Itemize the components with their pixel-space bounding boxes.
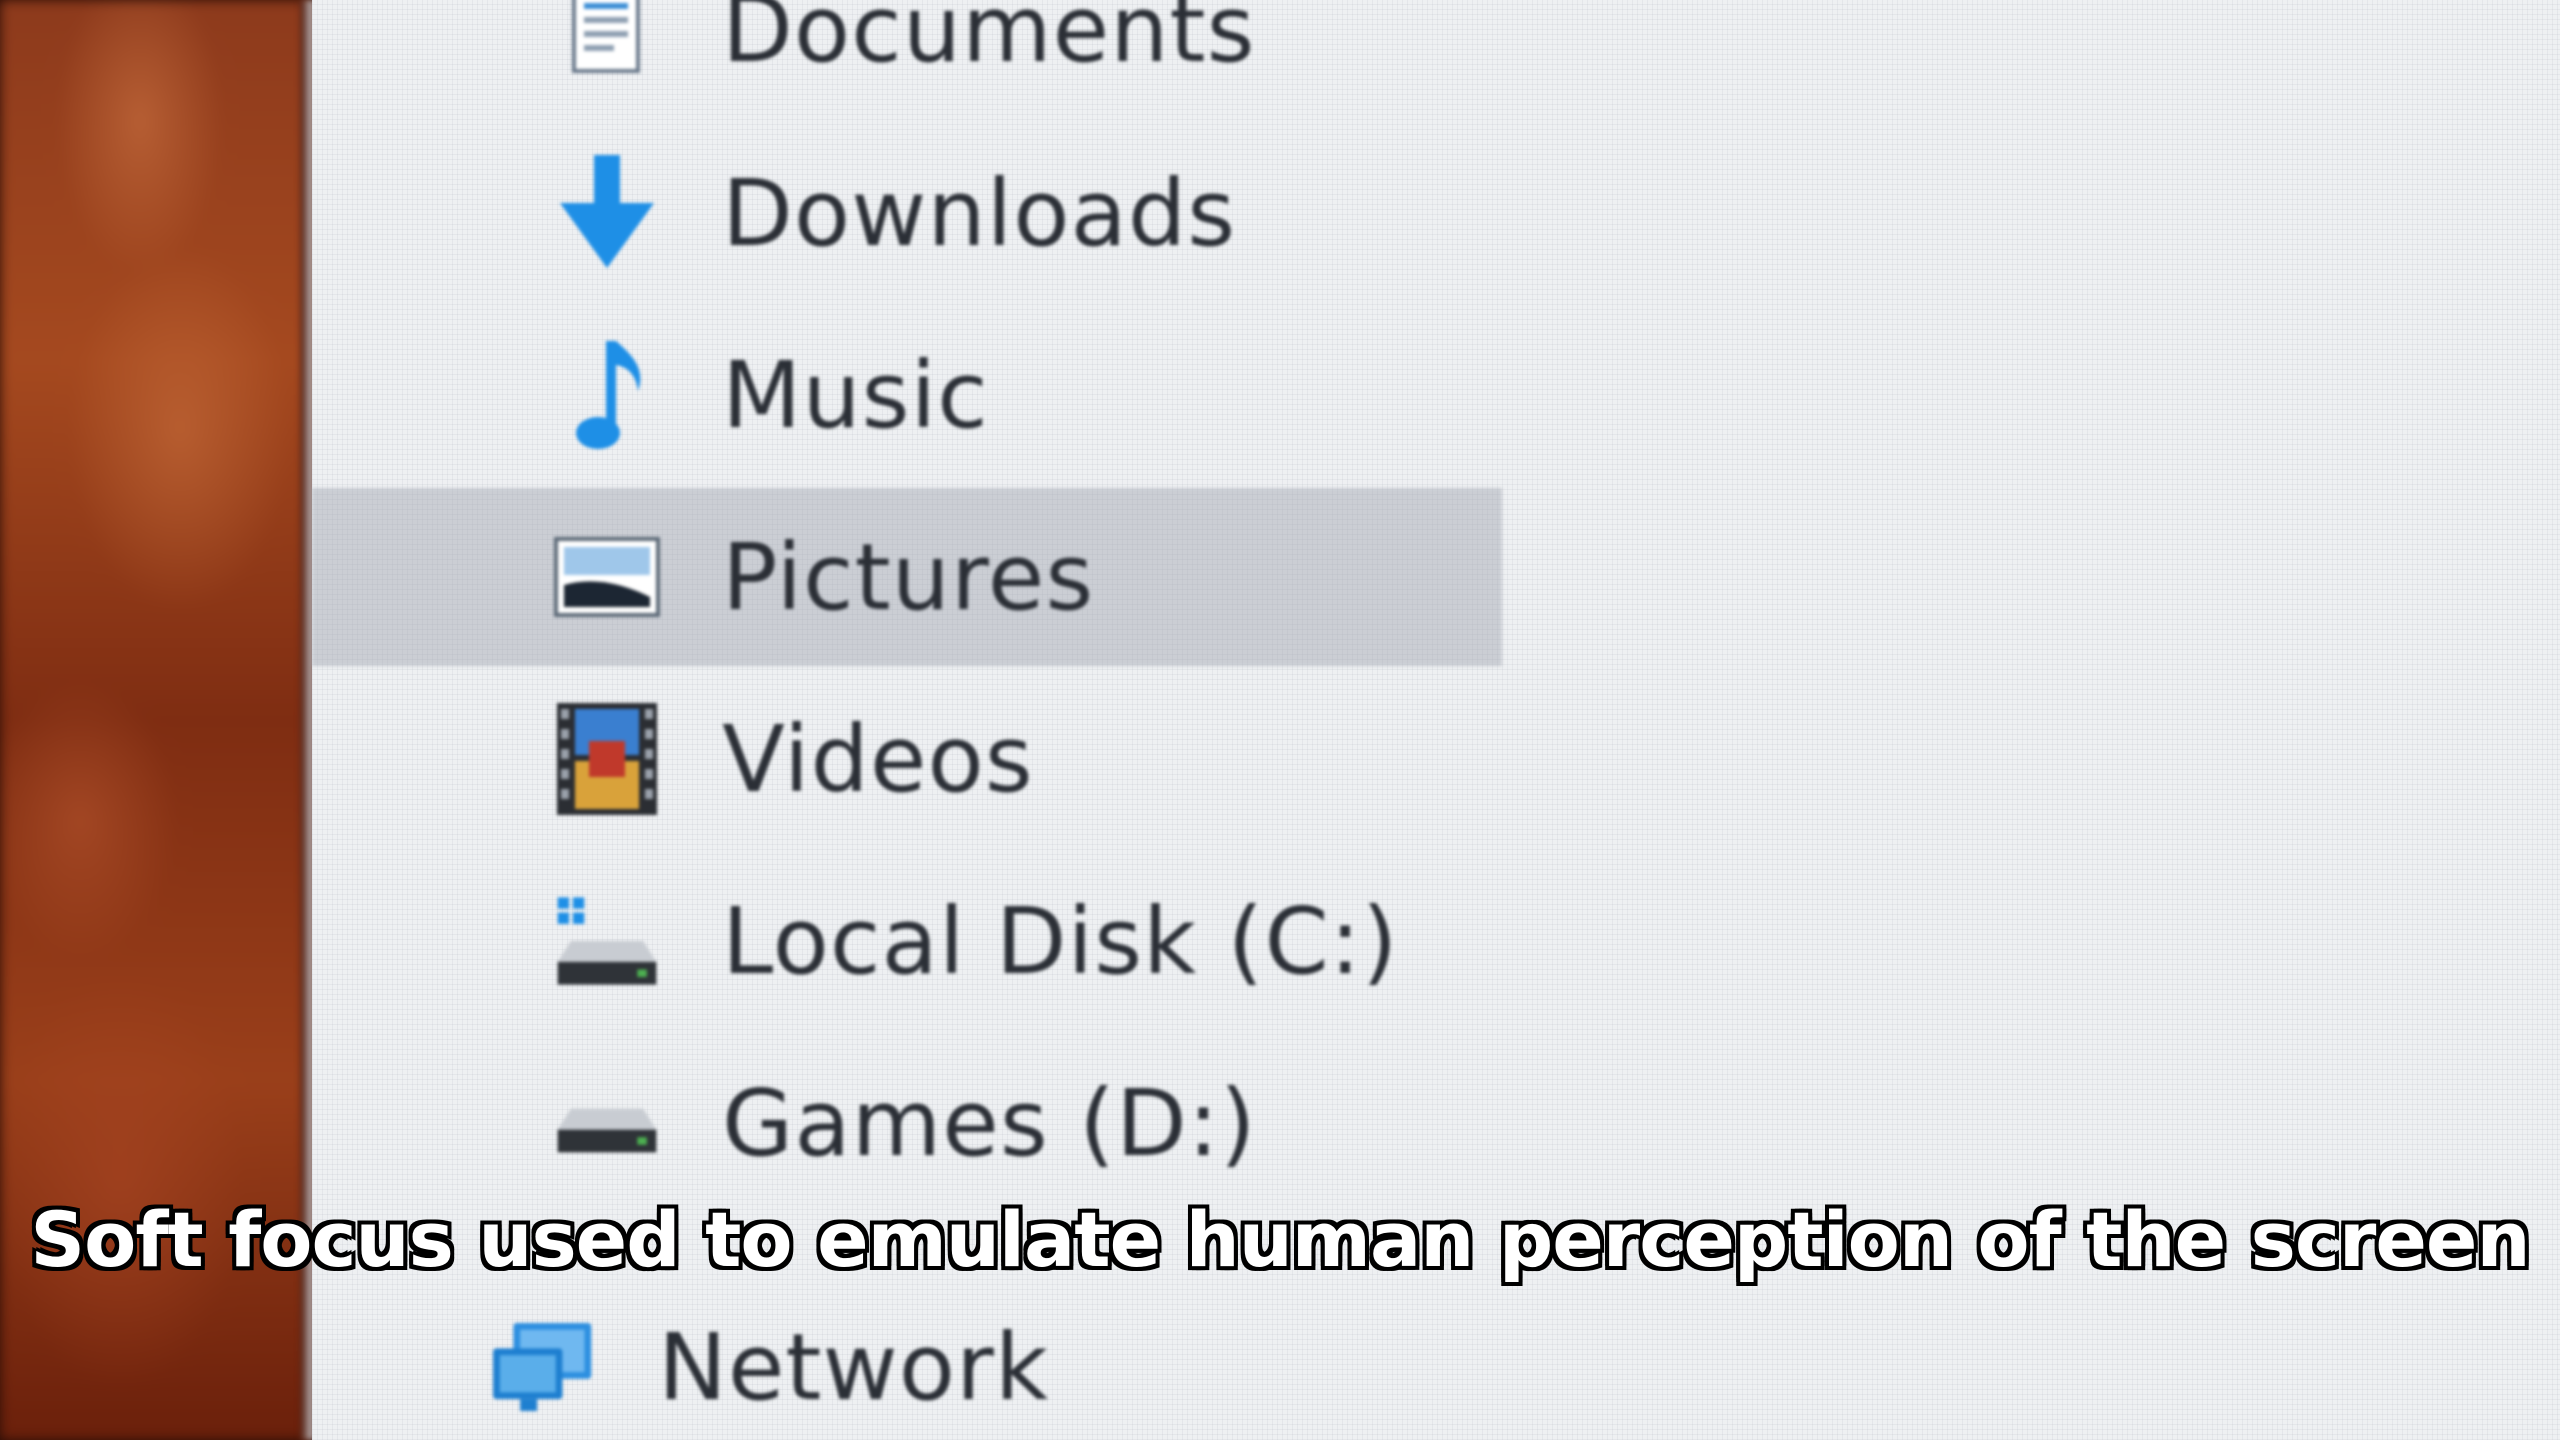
network-icon <box>488 1312 598 1422</box>
nav-item-label: Network <box>658 1313 1050 1421</box>
nav-item-games-d[interactable]: Games (D:) <box>312 1034 1502 1212</box>
downloads-icon <box>552 155 662 268</box>
nav-item-music[interactable]: Music <box>312 306 1502 484</box>
local-disk-icon <box>552 886 662 996</box>
nav-item-label: Music <box>722 341 989 449</box>
nav-item-label: Local Disk (C:) <box>722 887 1399 995</box>
subtitle-caption: Soft focus used to emulate human percept… <box>30 1195 2530 1284</box>
nav-item-videos[interactable]: Videos <box>312 670 1502 848</box>
documents-icon <box>552 0 662 84</box>
nav-item-label: Videos <box>722 705 1034 813</box>
music-icon <box>552 340 662 450</box>
nav-item-label: Downloads <box>722 159 1237 267</box>
nav-item-local-disk-c[interactable]: Local Disk (C:) <box>312 852 1502 1030</box>
nav-item-label: Documents <box>722 0 1256 83</box>
nav-item-downloads[interactable]: Downloads <box>312 124 1502 302</box>
nav-item-network[interactable]: Network <box>248 1278 1438 1440</box>
nav-item-pictures[interactable]: Pictures <box>312 488 1502 666</box>
pictures-icon <box>552 522 662 632</box>
videos-icon <box>552 703 662 815</box>
screen-photo: Documents Downloads Music Pictures Video… <box>0 0 2560 1440</box>
nav-item-label: Pictures <box>722 523 1095 631</box>
nav-item-label: Games (D:) <box>722 1069 1257 1177</box>
drive-icon <box>552 1068 662 1178</box>
nav-item-documents[interactable]: Documents <box>312 0 1502 118</box>
